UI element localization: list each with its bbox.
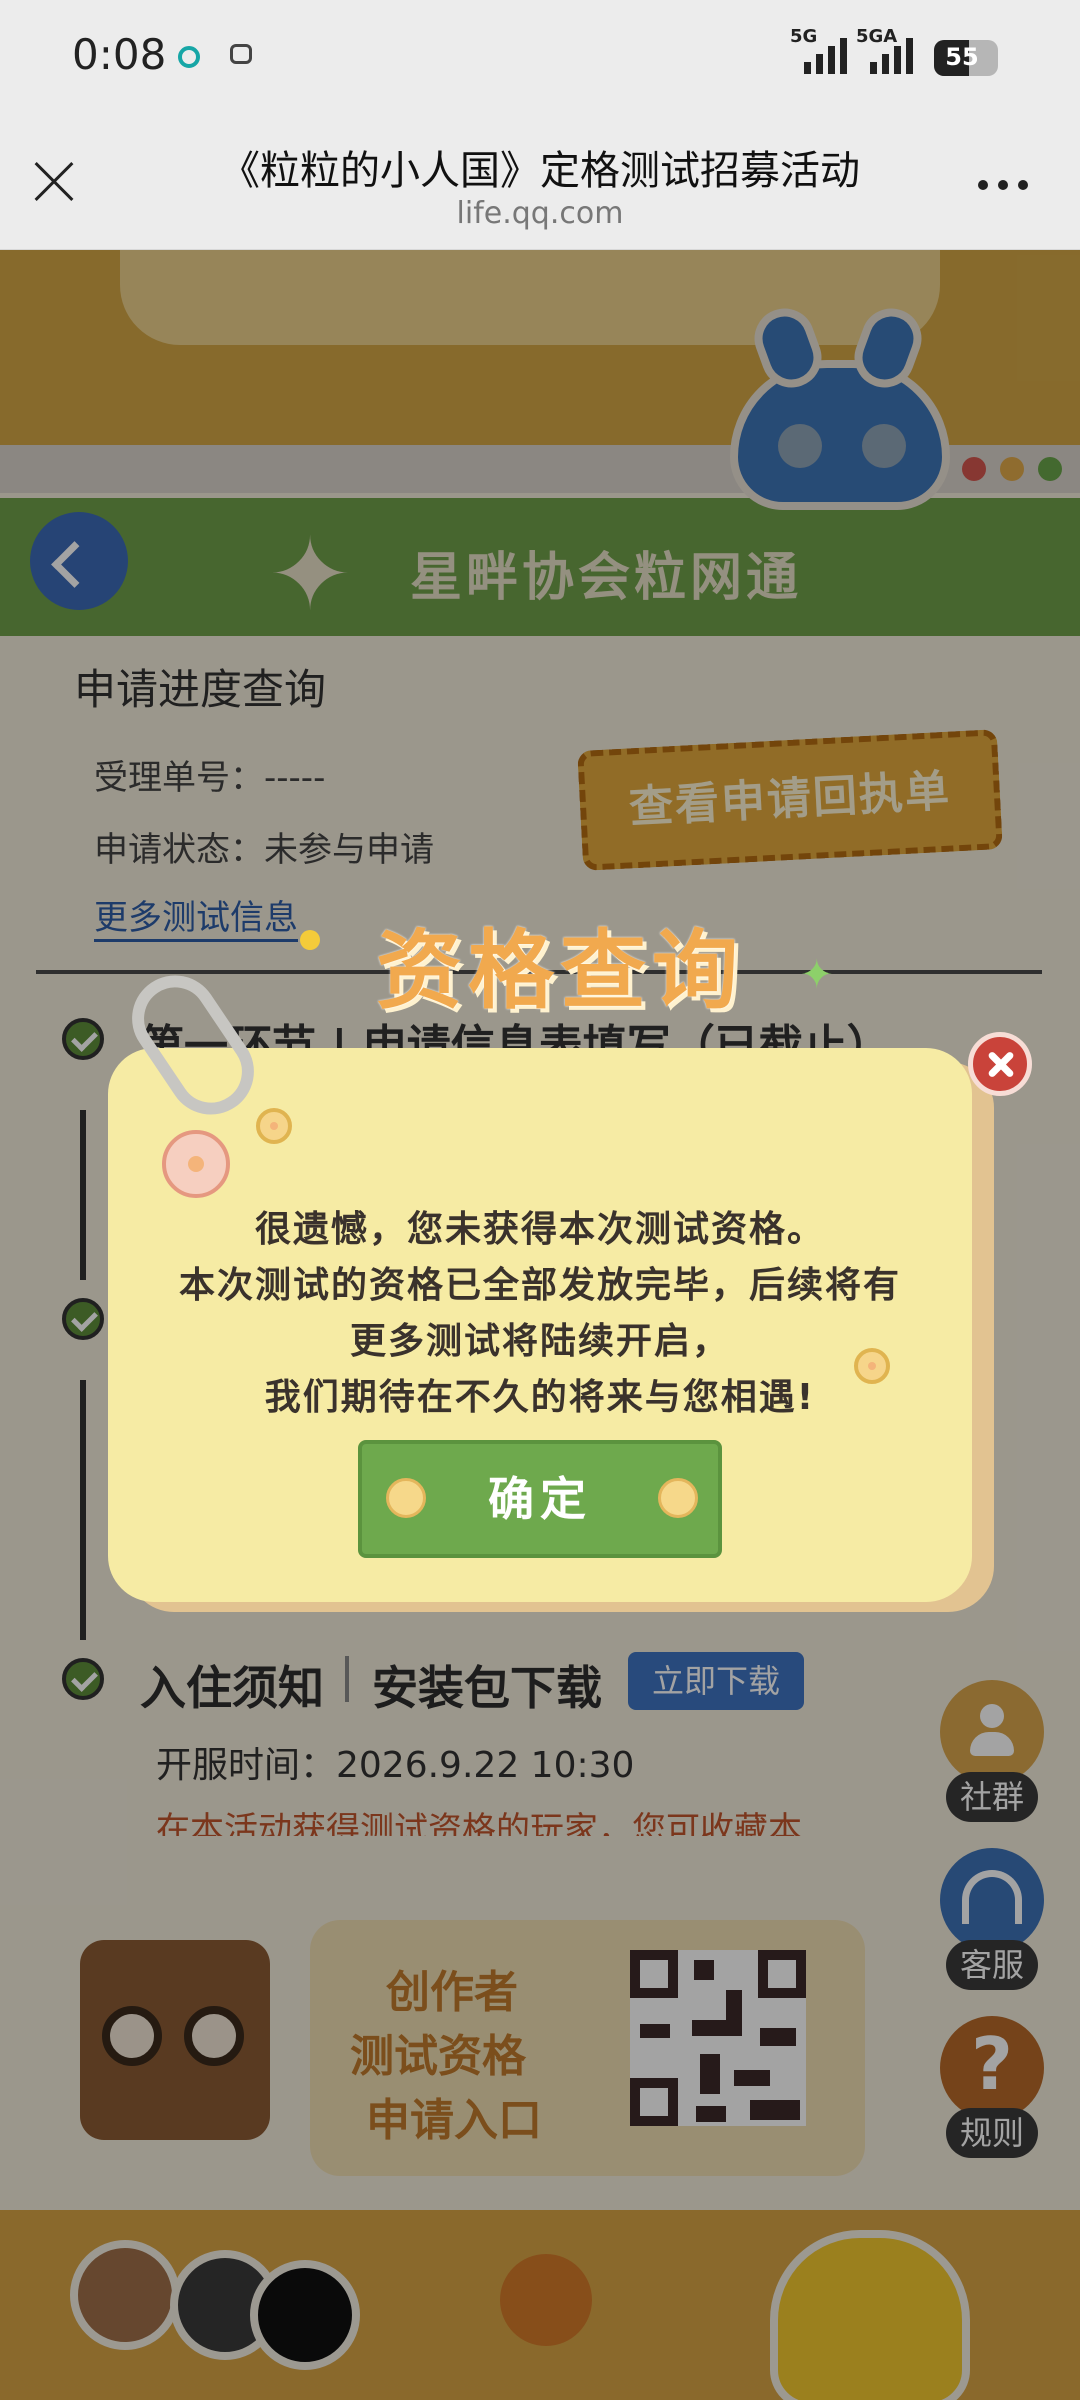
clock: 0:08 (72, 30, 167, 79)
battery-level: 55 (945, 43, 979, 71)
modal-title: 资格查询 (376, 921, 744, 1021)
flower-icon (386, 1478, 426, 1518)
flower-icon (658, 1478, 698, 1518)
modal-message-line2: 本次测试的资格已全部发放完毕，后续将有 (178, 1265, 901, 1306)
signal-5ga-icon: 5GA (856, 26, 940, 78)
close-icon[interactable] (32, 160, 76, 204)
battery-icon: 55 (934, 40, 998, 76)
browser-title-bar: 《粒粒的小人国》定格测试招募活动 life.qq.com (0, 118, 1080, 250)
page-title: 《粒粒的小人国》定格测试招募活动 (220, 148, 860, 194)
status-bar: 0:08 5G 5GA 55 (0, 0, 1080, 118)
more-options-icon[interactable] (978, 180, 1034, 192)
modal-message-line3: 更多测试将陆续开启， (349, 1321, 730, 1362)
modal-message-line4: 我们期待在不久的将来与您相遇! (264, 1377, 816, 1418)
flower-icon (162, 1130, 230, 1198)
game-notification-icon (230, 44, 252, 64)
flower-icon (256, 1108, 292, 1144)
page-domain: life.qq.com (456, 196, 624, 231)
modal-message-line1: 很遗憾，您未获得本次测试资格。 (254, 1209, 825, 1250)
sparkle-icon: ✦ (800, 952, 834, 998)
app-notification-icon (178, 46, 200, 68)
modal-close-button[interactable] (968, 1032, 1032, 1096)
confirm-button[interactable]: 确定 (358, 1440, 722, 1558)
